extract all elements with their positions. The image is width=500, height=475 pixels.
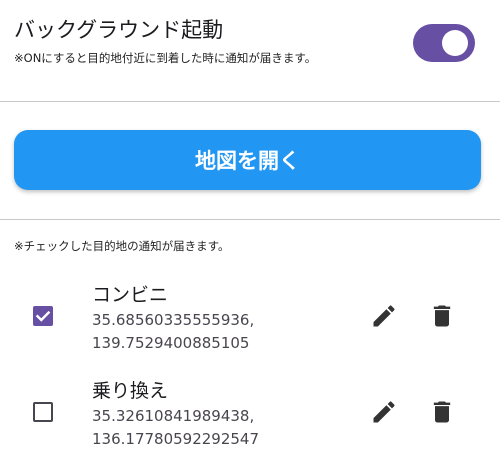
list-item: コンビニ 35.68560335555936, 139.752940088510… xyxy=(0,272,500,362)
background-launch-row: バックグラウンド起動 ※ONにすると目的地付近に到着した時に通知が届きます。 xyxy=(0,0,500,100)
destination-list-note: ※チェックした目的地の通知が届きます。 xyxy=(14,239,230,253)
destination-latitude: 35.68560335555936, xyxy=(92,311,255,329)
background-launch-description: ※ONにすると目的地付近に到着した時に通知が届きます。 xyxy=(14,51,317,65)
delete-button[interactable] xyxy=(428,302,456,330)
pencil-icon xyxy=(373,305,395,327)
trash-icon xyxy=(433,401,451,423)
delete-button[interactable] xyxy=(428,398,456,426)
destination-longitude: 139.7529400885105 xyxy=(92,334,250,352)
destination-checkbox[interactable] xyxy=(33,402,53,422)
check-icon xyxy=(35,310,51,322)
edit-button[interactable] xyxy=(370,302,398,330)
destination-name: 乗り換え xyxy=(92,380,169,402)
pencil-icon xyxy=(373,401,395,423)
destination-name: コンビニ xyxy=(92,284,169,306)
destination-latitude: 35.32610841989438, xyxy=(92,407,255,425)
trash-icon xyxy=(433,305,451,327)
edit-button[interactable] xyxy=(370,398,398,426)
open-map-button[interactable]: 地図を開く xyxy=(14,130,481,190)
destination-longitude: 136.17780592292547 xyxy=(92,430,260,448)
toggle-knob xyxy=(442,30,468,56)
background-launch-toggle[interactable] xyxy=(413,24,475,62)
background-launch-title: バックグラウンド起動 xyxy=(14,18,224,42)
list-item: 乗り換え 35.32610841989438, 136.177805922925… xyxy=(0,368,500,458)
divider-middle xyxy=(0,219,500,220)
divider-top xyxy=(0,101,500,102)
destination-checkbox[interactable] xyxy=(33,306,53,326)
